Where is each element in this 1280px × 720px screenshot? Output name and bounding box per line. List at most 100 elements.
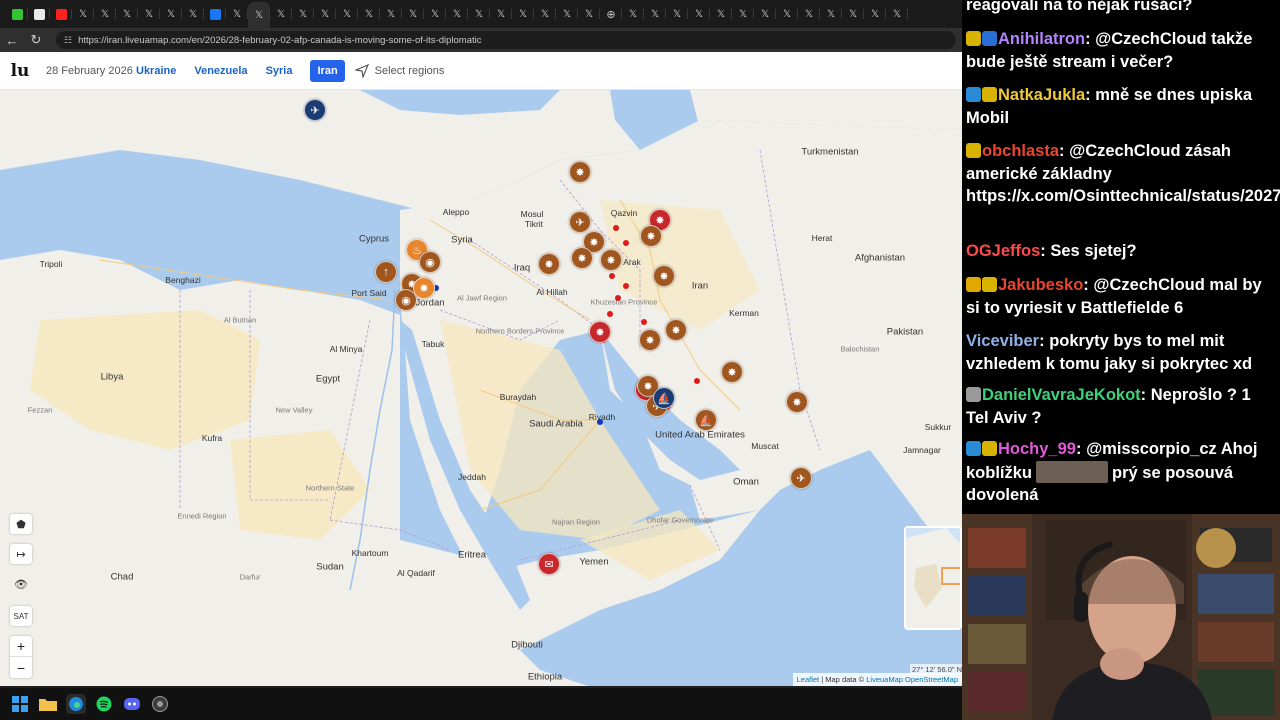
draw-polygon-button[interactable]: ⬟ xyxy=(10,514,32,534)
event-marker[interactable]: ✸ xyxy=(639,329,661,351)
event-marker[interactable]: ✸ xyxy=(665,319,687,341)
browser-tab[interactable] xyxy=(6,3,28,25)
chat-username[interactable]: OGJeffos xyxy=(966,242,1040,260)
browser-tab[interactable]: 𝕏 xyxy=(358,3,380,25)
event-marker[interactable]: ✸ xyxy=(600,249,622,271)
chat-username[interactable]: NatkaJukla xyxy=(998,86,1085,104)
browser-tab[interactable]: 𝕏 xyxy=(160,3,182,25)
event-marker[interactable]: ⛵ xyxy=(653,387,675,409)
zoom-out-button[interactable]: − xyxy=(10,657,32,678)
browser-tab[interactable]: 𝕏 xyxy=(820,3,842,25)
event-dot[interactable] xyxy=(615,295,621,301)
browser-tab[interactable]: 𝕏 xyxy=(886,3,908,25)
browser-tab[interactable]: 𝕏 xyxy=(556,3,578,25)
chat-username[interactable]: Anihilatron xyxy=(998,30,1085,48)
chrome-icon[interactable] xyxy=(150,694,170,714)
hide-markers-button[interactable]: 👁 xyxy=(10,574,32,594)
event-marker[interactable]: ◉ xyxy=(395,289,417,311)
browser-tab[interactable]: 𝕏 xyxy=(248,2,270,28)
event-marker[interactable]: ↑ xyxy=(375,261,397,283)
event-dot[interactable] xyxy=(609,273,615,279)
browser-tab[interactable]: 𝕏 xyxy=(710,3,732,25)
browser-tab[interactable]: 𝕏 xyxy=(314,3,336,25)
event-dot[interactable] xyxy=(694,378,700,384)
browser-tab[interactable] xyxy=(204,3,226,25)
browser-tab[interactable]: 𝕏 xyxy=(776,3,798,25)
minimap[interactable] xyxy=(904,526,962,630)
liveuamap-logo[interactable]: lu xyxy=(0,61,40,81)
nav-ukraine[interactable]: Ukraine xyxy=(136,65,176,77)
browser-tab[interactable]: 𝕏 xyxy=(138,3,160,25)
liveuamap-link[interactable]: LiveuaMap xyxy=(866,675,903,684)
spotify-icon[interactable] xyxy=(94,694,114,714)
browser-tab[interactable]: 𝕏 xyxy=(644,3,666,25)
chat-username[interactable]: Jakubesko xyxy=(998,276,1083,294)
folder-icon[interactable] xyxy=(38,694,58,714)
osm-link[interactable]: OpenStreetMap xyxy=(905,675,958,684)
chat-username[interactable]: Viceviber xyxy=(966,332,1039,350)
browser-tab[interactable]: 𝕏 xyxy=(94,3,116,25)
satellite-toggle[interactable]: SAT xyxy=(10,606,32,626)
event-marker[interactable]: ✈ xyxy=(569,211,591,233)
browser-tab[interactable]: 𝕏 xyxy=(292,3,314,25)
browser-tab[interactable]: 𝕏 xyxy=(842,3,864,25)
browser-tab[interactable]: 𝕏 xyxy=(182,3,204,25)
chat-username[interactable]: DanielVavraJeKokot xyxy=(982,386,1141,404)
browser-tab[interactable] xyxy=(50,3,72,25)
event-marker[interactable]: ✸ xyxy=(589,321,611,343)
event-marker[interactable]: ◉ xyxy=(419,251,441,273)
event-marker[interactable]: ✈ xyxy=(790,467,812,489)
event-marker[interactable]: ✸ xyxy=(569,161,591,183)
browser-tab[interactable]: 𝕏 xyxy=(798,3,820,25)
event-marker[interactable]: ✸ xyxy=(640,225,662,247)
site-info-icon[interactable]: ☷ xyxy=(64,35,72,46)
zoom-in-button[interactable]: + xyxy=(10,636,32,657)
browser-tab[interactable]: 𝕏 xyxy=(688,3,710,25)
event-dot[interactable] xyxy=(623,240,629,246)
browser-tab[interactable]: 𝕏 xyxy=(446,3,468,25)
event-dot[interactable] xyxy=(623,283,629,289)
nav-syria[interactable]: Syria xyxy=(266,65,293,77)
event-marker[interactable]: ✉ xyxy=(538,553,560,575)
event-marker[interactable]: ⛵ xyxy=(695,409,717,431)
event-dot[interactable] xyxy=(607,311,613,317)
browser-tab[interactable]: ⊕ xyxy=(600,3,622,25)
event-marker[interactable]: ✸ xyxy=(571,247,593,269)
browser-tab[interactable]: 𝕏 xyxy=(578,3,600,25)
event-marker[interactable]: ✈ xyxy=(304,99,326,121)
browser-tab[interactable]: 𝕏 xyxy=(468,3,490,25)
event-marker[interactable]: ✸ xyxy=(653,265,675,287)
chat-username[interactable]: Hochy_99 xyxy=(998,440,1076,458)
browser-tab[interactable]: 𝕏 xyxy=(864,3,886,25)
edge-icon[interactable] xyxy=(66,694,86,714)
url-field[interactable]: ☷ https://iran.liveuamap.com/en/2026/28-… xyxy=(56,31,956,49)
map-canvas[interactable]: Syria Iraq Iran Egypt Libya Jordan Saudi… xyxy=(0,90,962,686)
discord-icon[interactable] xyxy=(122,694,142,714)
browser-tab[interactable]: 𝕏 xyxy=(380,3,402,25)
browser-tab[interactable]: 𝕏 xyxy=(270,3,292,25)
nav-iran[interactable]: Iran xyxy=(310,59,345,82)
measure-button[interactable]: ↦ xyxy=(10,544,32,564)
browser-tab[interactable]: 𝕏 xyxy=(666,3,688,25)
windows-icon[interactable] xyxy=(10,694,30,714)
browser-tab[interactable]: 𝕏 xyxy=(336,3,358,25)
event-marker[interactable]: ✸ xyxy=(538,253,560,275)
browser-tab[interactable]: 𝕏 xyxy=(490,3,512,25)
leaflet-link[interactable]: Leaflet xyxy=(797,675,820,684)
event-dot[interactable] xyxy=(597,419,603,425)
select-regions-button[interactable]: Select regions xyxy=(354,63,444,78)
date-label[interactable]: 28 February 2026 xyxy=(46,65,136,77)
event-marker[interactable]: ✸ xyxy=(786,391,808,413)
browser-tab[interactable] xyxy=(28,3,50,25)
event-dot[interactable] xyxy=(641,319,647,325)
browser-tab[interactable]: 𝕏 xyxy=(534,3,556,25)
browser-tab[interactable]: 𝕏 xyxy=(754,3,776,25)
browser-tab[interactable]: 𝕏 xyxy=(622,3,644,25)
nav-venezuela[interactable]: Venezuela xyxy=(194,65,247,77)
browser-tab[interactable]: 𝕏 xyxy=(732,3,754,25)
browser-tab[interactable]: 𝕏 xyxy=(226,3,248,25)
event-dot[interactable] xyxy=(613,225,619,231)
browser-tab[interactable]: 𝕏 xyxy=(402,3,424,25)
browser-tab[interactable]: 𝕏 xyxy=(424,3,446,25)
event-marker[interactable]: ✸ xyxy=(721,361,743,383)
